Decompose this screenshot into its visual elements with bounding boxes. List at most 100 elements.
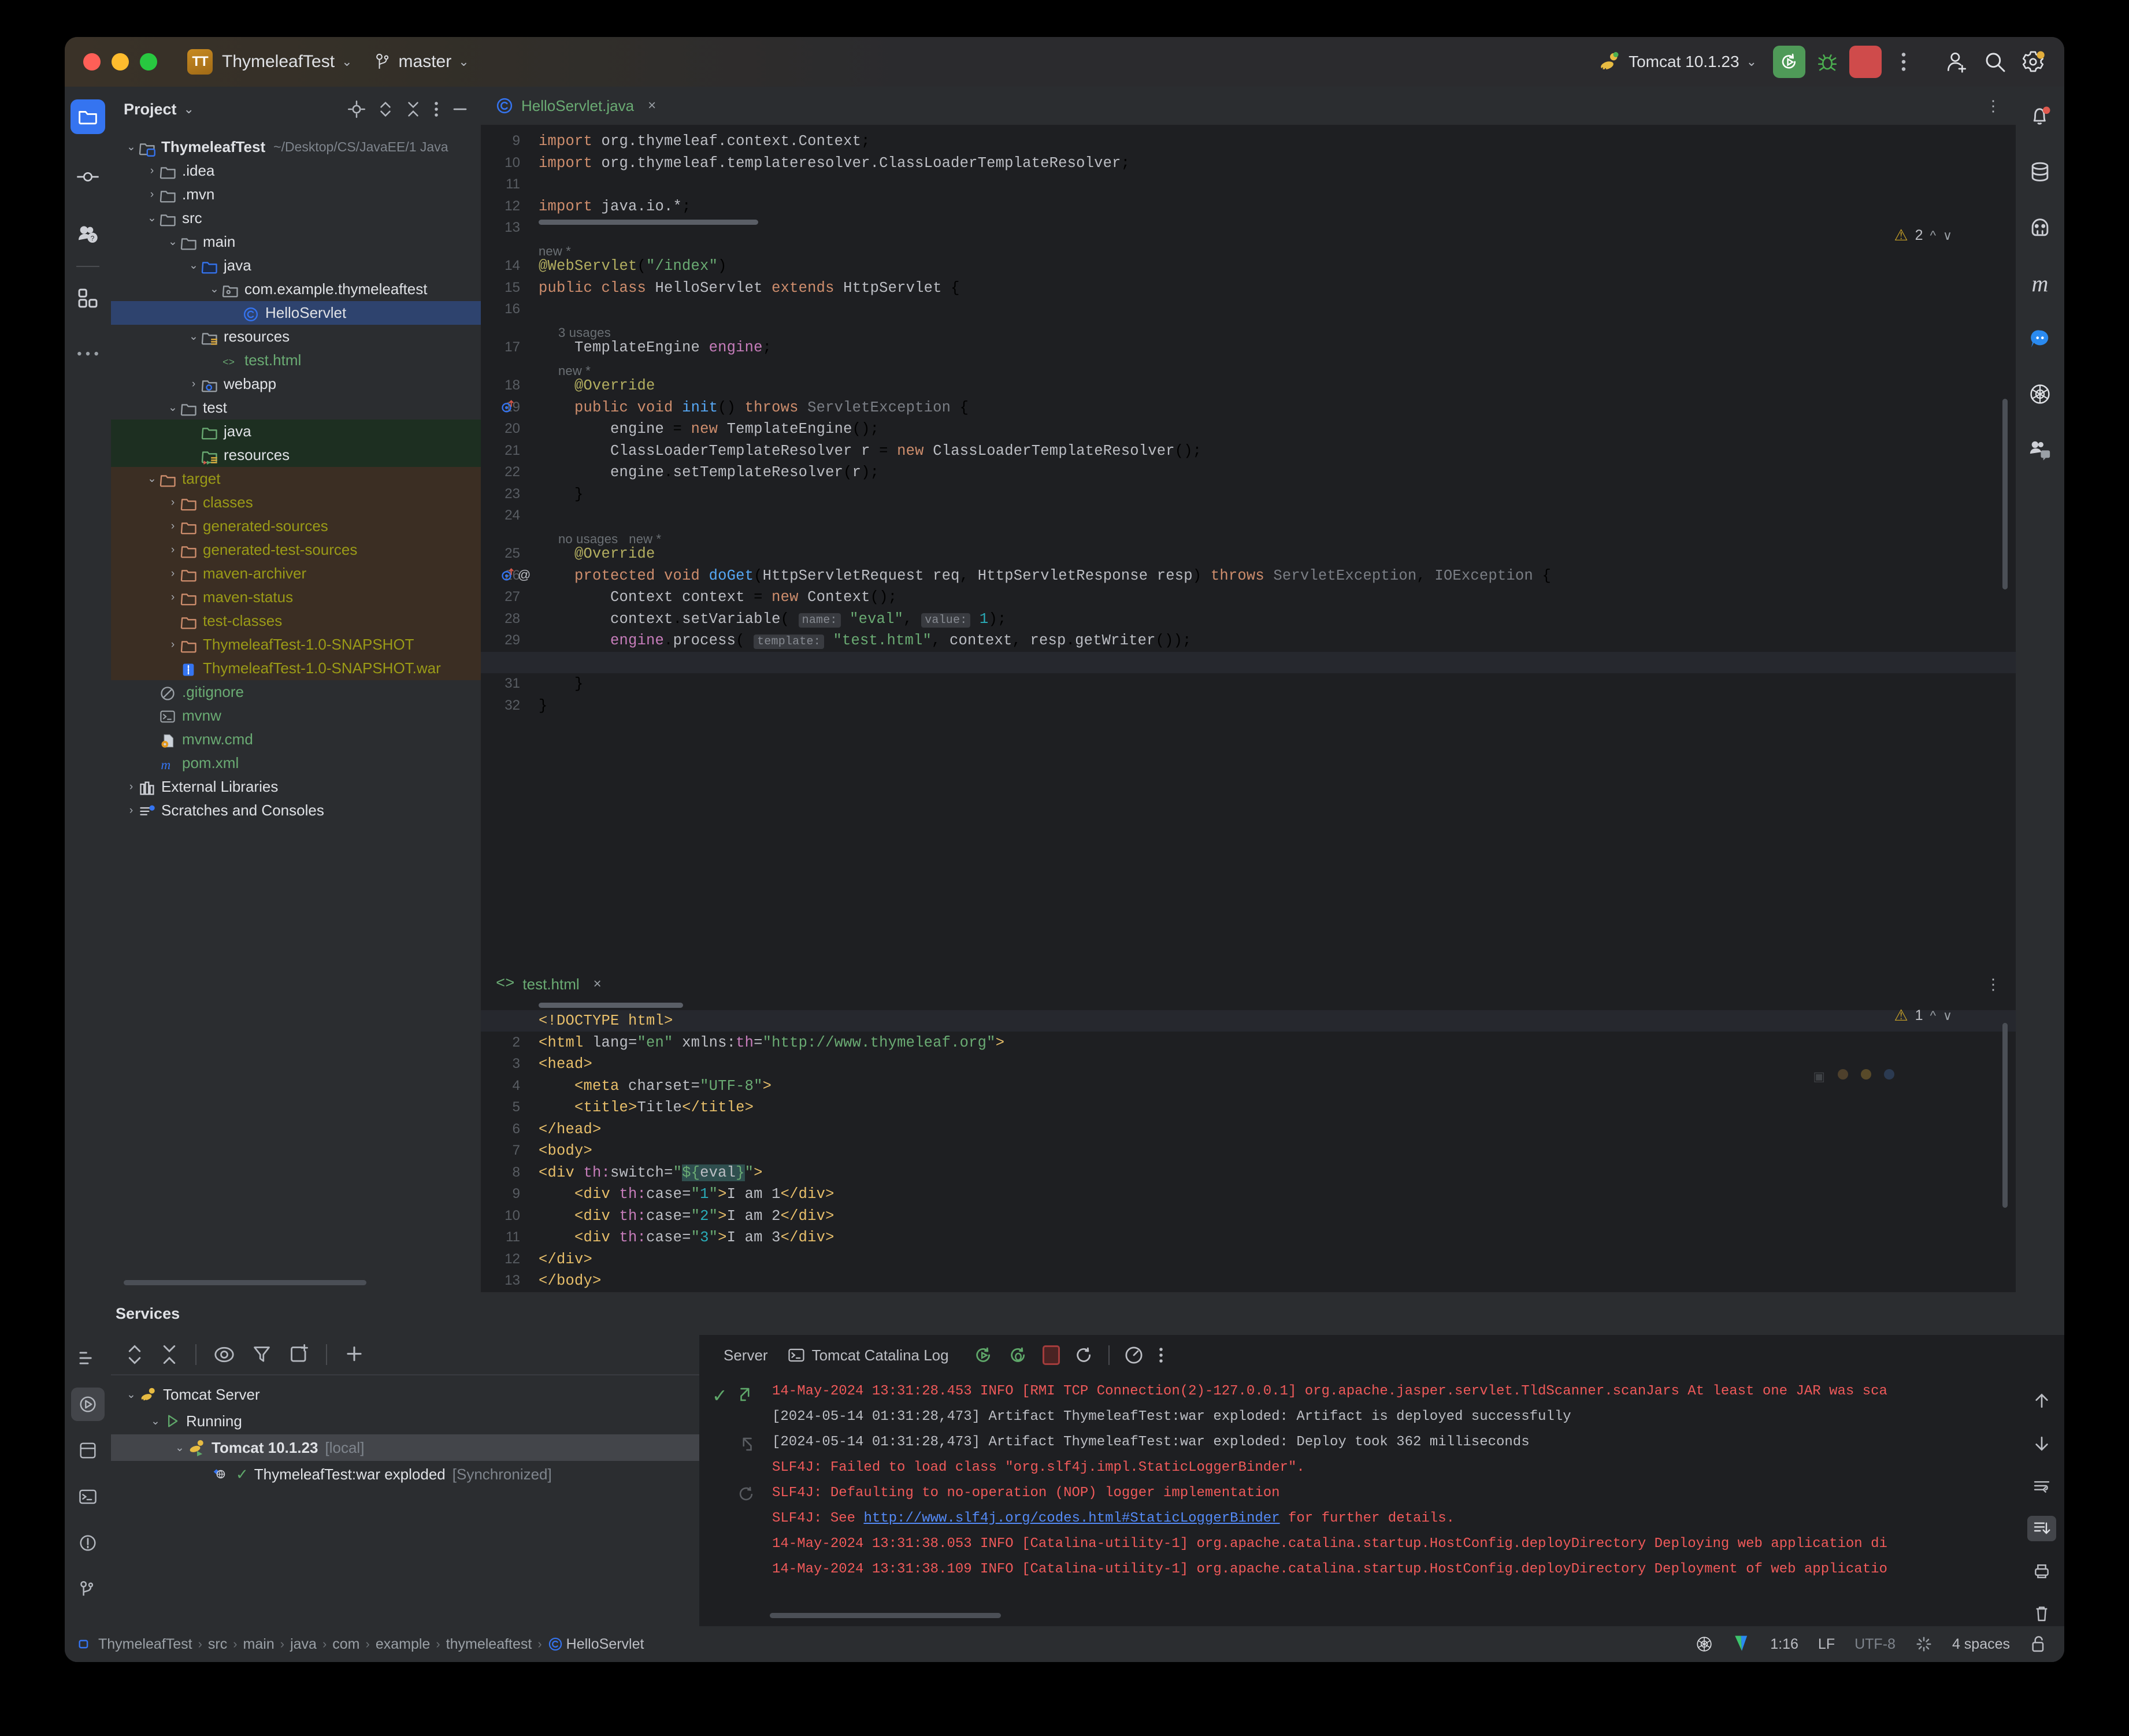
filter-icon[interactable] xyxy=(252,1344,272,1365)
editor-more-icon[interactable]: ⋮ xyxy=(1986,975,2001,993)
close-icon[interactable]: × xyxy=(594,976,602,992)
sidebar-item-chat[interactable] xyxy=(2016,316,2064,362)
html-hscrollbar[interactable] xyxy=(539,1003,683,1008)
code-line[interactable]: @Override xyxy=(539,377,655,394)
branch-selector[interactable]: master ⌄ xyxy=(376,52,469,72)
caret-position[interactable]: 1:16 xyxy=(1770,1636,1798,1653)
run-button[interactable] xyxy=(1773,46,1805,78)
chevron-down-icon[interactable]: ⌄ xyxy=(342,54,352,69)
tree-item-thymeleaftest-1-0-snapshot-war[interactable]: ThymeleafTest-1.0-SNAPSHOT.war xyxy=(111,656,481,680)
soft-wrap-button[interactable] xyxy=(2027,1473,2056,1498)
code-line[interactable]: } xyxy=(539,486,584,503)
code-line[interactable]: public void init() throws ServletExcepti… xyxy=(539,399,969,416)
expand-arrow-icon[interactable]: ⌄ xyxy=(124,140,139,154)
rerun-small-icon[interactable] xyxy=(736,1484,756,1504)
indent-setting[interactable]: 4 spaces xyxy=(1952,1636,2010,1653)
code-line[interactable]: <title>Title</title> xyxy=(539,1099,754,1116)
service-tree-item-running[interactable]: ⌄Running xyxy=(111,1408,699,1434)
tab-helloservlet-java[interactable]: HelloServlet.java × xyxy=(481,87,669,125)
code-line[interactable]: @WebServlet("/index") xyxy=(539,258,727,275)
expand-arrow-icon[interactable]: › xyxy=(124,804,139,817)
tree-item-test-html[interactable]: <>test.html xyxy=(111,348,481,372)
code-line[interactable]: import org.thymeleaf.context.Context; xyxy=(539,133,870,150)
java-gutter[interactable]: 9101112131415161718192021222324252627282… xyxy=(481,125,526,831)
expand-arrow-icon[interactable]: ⌄ xyxy=(165,235,180,248)
tree-item-mvnw[interactable]: mvnw xyxy=(111,704,481,728)
close-icon[interactable]: × xyxy=(648,98,656,114)
project-name-label[interactable]: ThymeleafTest xyxy=(222,52,335,72)
code-line[interactable]: <div th:switch="${eval}"> xyxy=(539,1164,763,1181)
sidebar-item-build[interactable] xyxy=(65,1427,111,1474)
expand-arrow-icon[interactable]: ⌄ xyxy=(207,283,222,296)
sidebar-item-database[interactable] xyxy=(2016,149,2064,195)
breadcrumb-item[interactable]: HelloServlet xyxy=(561,1636,644,1653)
console-tab-server[interactable]: Server xyxy=(713,1346,778,1364)
expand-arrow-icon[interactable]: › xyxy=(165,639,180,651)
line-separator[interactable]: LF xyxy=(1818,1636,1835,1653)
breadcrumb[interactable]: ThymeleafTest›src›main›java›com›example›… xyxy=(65,1636,644,1653)
sidebar-item-notifications[interactable] xyxy=(2016,94,2064,140)
stop-icon[interactable] xyxy=(1043,1345,1060,1365)
code-line[interactable]: <div th:case="3">I am 3</div> xyxy=(539,1229,834,1246)
code-line[interactable]: <head> xyxy=(539,1056,592,1073)
code-line[interactable]: protected void doGet(HttpServletRequest … xyxy=(539,567,1551,584)
more-icon[interactable] xyxy=(1158,1345,1164,1366)
code-line[interactable]: context.setVariable( name: "eval", value… xyxy=(539,611,1006,628)
tree-item-mvnw-cmd[interactable]: mvnw.cmd xyxy=(111,728,481,751)
console-log-link[interactable]: http://www.slf4j.org/codes.html#StaticLo… xyxy=(863,1511,1279,1526)
sidebar-item-pull-requests[interactable]: ? xyxy=(65,212,111,258)
openai-icon[interactable] xyxy=(1695,1635,1713,1653)
clear-all-button[interactable] xyxy=(2027,1601,2056,1626)
tree-item-generated-sources[interactable]: ›generated-sources xyxy=(111,514,481,538)
tree-item-maven-archiver[interactable]: ›maven-archiver xyxy=(111,562,481,585)
tree-item-main[interactable]: ⌄main xyxy=(111,230,481,254)
expand-arrow-icon[interactable]: › xyxy=(165,520,180,533)
print-button[interactable] xyxy=(2027,1559,2056,1584)
code-line[interactable]: import java.io.*; xyxy=(539,198,691,215)
tree-item-pom-xml[interactable]: mpom.xml xyxy=(111,751,481,775)
sidebar-item-more[interactable] xyxy=(65,331,111,377)
tree-item--mvn[interactable]: ›.mvn xyxy=(111,183,481,206)
tree-item-com-example-thymeleaftest[interactable]: ⌄com.example.thymeleaftest xyxy=(111,277,481,301)
expand-arrow-icon[interactable]: ⌄ xyxy=(123,1388,140,1401)
tree-item-thymeleaftest-1-0-snapshot[interactable]: ›ThymeleafTest-1.0-SNAPSHOT xyxy=(111,633,481,656)
code-line[interactable]: Context context = new Context(); xyxy=(539,589,897,606)
inspections-icon[interactable] xyxy=(1915,1635,1933,1653)
jump-back-icon[interactable] xyxy=(736,1434,756,1454)
code-line[interactable]: <html lang="en" xmlns:th="http://www.thy… xyxy=(539,1034,1004,1051)
code-line[interactable]: </div> xyxy=(539,1251,592,1268)
restart-icon[interactable] xyxy=(1074,1345,1095,1366)
service-tree-item-tomcat-server[interactable]: ⌄Tomcat Server xyxy=(111,1381,699,1408)
html-gutter[interactable]: 12345678910111213 xyxy=(481,1006,526,1292)
html-code-editor[interactable]: 12345678910111213 <!DOCTYPE html><html l… xyxy=(481,1006,2016,1292)
search-everywhere-button[interactable] xyxy=(1979,46,2011,78)
breadcrumb-item[interactable]: src xyxy=(202,1636,233,1653)
sidebar-item-problems[interactable] xyxy=(65,1520,111,1566)
hide-icon[interactable] xyxy=(452,101,468,118)
run-configuration-selector[interactable]: Tomcat 10.1.23 ⌄ xyxy=(1598,50,1757,73)
collapse-all-icon[interactable] xyxy=(161,1344,178,1366)
tree-item-target[interactable]: ⌄target xyxy=(111,467,481,491)
services-tree[interactable]: ⌄Tomcat Server⌄Running⌄Tomcat 10.1.23[lo… xyxy=(111,1375,699,1488)
minimize-window-button[interactable] xyxy=(112,53,129,71)
debug-button[interactable] xyxy=(1811,46,1844,78)
expand-arrow-icon[interactable]: › xyxy=(165,591,180,604)
sidebar-item-services-active[interactable] xyxy=(65,1381,111,1427)
sidebar-item-commit[interactable] xyxy=(65,154,111,200)
expand-arrow-icon[interactable]: ⌄ xyxy=(186,330,201,343)
scroll-up-button[interactable] xyxy=(2027,1388,2056,1414)
expand-arrow-icon[interactable]: ⌄ xyxy=(165,401,180,414)
sidebar-item-project[interactable] xyxy=(65,94,111,140)
settings-button[interactable] xyxy=(2017,46,2049,78)
expand-arrow-icon[interactable]: ⌄ xyxy=(147,1415,164,1428)
java-inspection-badge[interactable]: ⚠ 2 ^ ∨ xyxy=(1894,227,1952,244)
code-line[interactable]: <meta charset="UTF-8"> xyxy=(539,1078,772,1095)
tree-item-scratches-and-consoles[interactable]: ›Scratches and Consoles xyxy=(111,799,481,822)
breadcrumb-item[interactable]: main xyxy=(238,1636,280,1653)
code-line[interactable]: </body> xyxy=(539,1273,602,1289)
tree-item-generated-test-sources[interactable]: ›generated-test-sources xyxy=(111,538,481,562)
expand-arrow-icon[interactable]: › xyxy=(186,378,201,391)
more-actions-button[interactable] xyxy=(1887,46,1920,78)
expand-arrow-icon[interactable]: › xyxy=(165,544,180,557)
code-line[interactable]: } xyxy=(539,676,584,692)
